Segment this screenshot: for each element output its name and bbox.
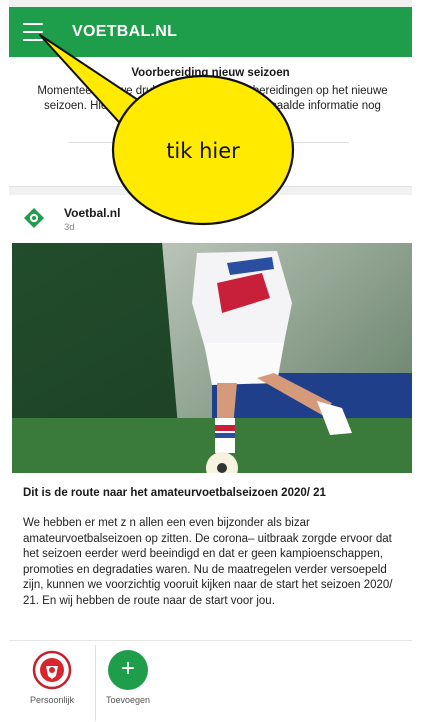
hamburger-menu-icon[interactable] — [23, 23, 43, 41]
voetbal-logo-icon — [24, 208, 44, 228]
post-author[interactable]: Voetbal.nl — [64, 206, 120, 220]
notice-card: Voorbereiding nieuw seizoen Momenteel zi… — [9, 57, 412, 187]
notice-title: Voorbereiding nieuw seizoen — [131, 67, 290, 79]
post-title[interactable]: Dit is de route naar het amateurvoetbals… — [23, 487, 403, 499]
club-crest-icon — [32, 650, 72, 690]
post-photo[interactable] — [12, 243, 412, 473]
top-app-bar: VOETBAL.NL — [9, 7, 412, 57]
plus-icon[interactable]: + — [108, 650, 148, 690]
nav-personal[interactable]: Persoonlijk — [9, 641, 95, 722]
app-frame: VOETBAL.NL Voorbereiding nieuw seizoen M… — [9, 0, 412, 722]
nav-add-label: Toevoegen — [105, 695, 151, 705]
bottom-navigation: Persoonlijk + Toevoegen — [9, 640, 412, 722]
callout-text: tik hier — [166, 139, 240, 163]
news-post-card[interactable]: Voetbal.nl 3d Dit is de route naar het a… — [9, 195, 412, 640]
post-text: We hebben er met z n allen een even bijz… — [23, 517, 393, 607]
nav-personal-label: Persoonlijk — [29, 695, 75, 705]
notice-body: Momenteel zijn we druk bezig met de voor… — [37, 85, 388, 127]
post-age: 3d — [64, 222, 75, 233]
nav-add[interactable]: + Toevoegen — [96, 641, 160, 722]
app-title: VOETBAL.NL — [72, 23, 178, 40]
